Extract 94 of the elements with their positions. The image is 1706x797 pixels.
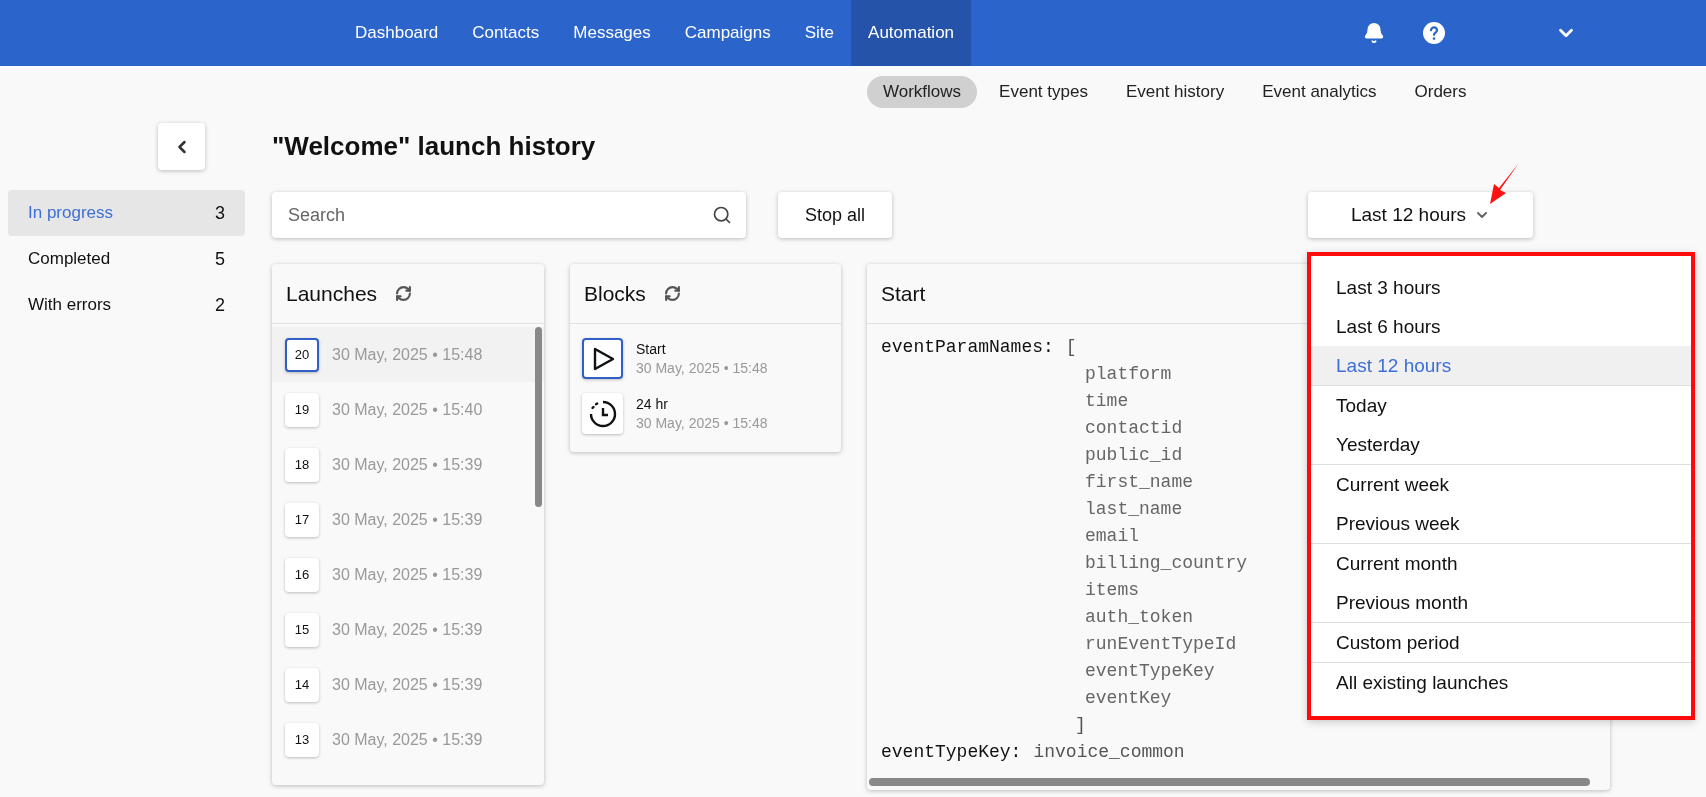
launch-row[interactable]: 14 30 May, 2025 • 15:39 — [272, 657, 544, 712]
code-key: eventParamNames: — [881, 334, 1054, 361]
menu-item[interactable]: Current week — [1311, 465, 1692, 504]
sub-tab[interactable]: Workflows — [867, 76, 978, 108]
nav-item[interactable]: Automation — [851, 0, 972, 66]
code-value: time — [1085, 391, 1129, 411]
nav-item[interactable]: Messages — [556, 0, 668, 66]
menu-item[interactable]: Today — [1311, 386, 1692, 425]
launch-time: 30 May, 2025 • 15:40 — [332, 400, 483, 419]
block-row[interactable]: 24 hr 30 May, 2025 • 15:48 — [570, 383, 841, 438]
search-field[interactable]: Search — [272, 192, 746, 238]
sidebar-item[interactable]: Completed 5 — [8, 236, 245, 282]
launch-number: 15 — [285, 612, 319, 647]
code-value: eventTypeKey — [1085, 661, 1215, 681]
block-time: 30 May, 2025 • 15:48 — [636, 415, 768, 431]
launch-number: 19 — [285, 392, 319, 427]
launch-row[interactable]: 18 30 May, 2025 • 15:39 — [272, 437, 544, 492]
sidebar-count: 3 — [215, 202, 225, 224]
menu-item[interactable]: Previous month — [1311, 583, 1692, 622]
refresh-icon[interactable] — [663, 285, 681, 302]
sub-tab[interactable]: Orders — [1398, 76, 1483, 108]
code-value: auth_token — [1085, 607, 1194, 627]
block-name: Start — [636, 341, 667, 357]
page-title: "Welcome" launch history — [272, 130, 597, 163]
menu-item[interactable]: Current month — [1311, 544, 1692, 583]
code-value: last_name — [1085, 499, 1183, 519]
code-value: platform — [1085, 364, 1172, 384]
nav-item[interactable]: Campaigns — [667, 0, 788, 66]
panel-title: Start — [881, 281, 926, 306]
launch-time: 30 May, 2025 • 15:39 — [332, 675, 483, 694]
menu-item[interactable]: Previous week — [1311, 504, 1692, 543]
code-value: public_id — [1085, 445, 1183, 465]
search-icon[interactable] — [712, 205, 732, 225]
code-bracket: ] — [1075, 715, 1086, 735]
code-value: contactid — [1085, 418, 1183, 438]
code-value: first_name — [1085, 472, 1194, 492]
menu-item[interactable]: Last 6 hours — [1311, 307, 1692, 346]
period-dropdown[interactable]: Last 12 hours — [1308, 192, 1534, 238]
sidebar-item[interactable]: In progress 3 — [8, 190, 245, 236]
refresh-icon[interactable] — [395, 285, 413, 302]
launch-row[interactable]: 17 30 May, 2025 • 15:39 — [272, 492, 544, 547]
collapse-button[interactable] — [158, 123, 205, 170]
launch-time: 30 May, 2025 • 15:39 — [332, 620, 483, 639]
code-value: invoice_common — [1033, 741, 1185, 764]
launch-time: 30 May, 2025 • 15:39 — [332, 565, 483, 584]
launch-number: 16 — [285, 557, 319, 592]
block-row[interactable]: Start 30 May, 2025 • 15:48 — [570, 328, 841, 383]
launch-number: 13 — [285, 722, 319, 757]
sidebar-count: 5 — [215, 248, 225, 270]
code-value: items — [1085, 580, 1139, 600]
menu-item[interactable]: Last 12 hours — [1311, 346, 1692, 385]
nav-item[interactable]: Contacts — [455, 0, 557, 66]
sub-tab[interactable]: Event analytics — [1246, 76, 1393, 108]
launch-row[interactable]: 20 30 May, 2025 • 15:48 — [272, 327, 544, 382]
launch-row[interactable]: 19 30 May, 2025 • 15:40 — [272, 382, 544, 437]
launch-number: 17 — [285, 502, 319, 537]
launch-time: 30 May, 2025 • 15:39 — [332, 510, 483, 529]
code-key: eventTypeKey: — [881, 739, 1022, 766]
code-value: email — [1085, 526, 1139, 546]
sidebar-item[interactable]: With errors 2 — [8, 282, 245, 328]
launch-number: 18 — [285, 447, 319, 482]
scrollbar[interactable] — [535, 327, 542, 507]
menu-item[interactable]: All existing launches — [1311, 663, 1692, 702]
launch-number: 14 — [285, 667, 319, 702]
launch-time: 30 May, 2025 • 15:48 — [332, 345, 483, 364]
sub-tab[interactable]: Event history — [1109, 76, 1241, 108]
menu-item[interactable]: Yesterday — [1311, 425, 1692, 464]
menu-item[interactable]: Custom period — [1311, 623, 1692, 662]
sidebar-count: 2 — [215, 294, 225, 316]
stop-all-button[interactable]: Stop all — [778, 192, 893, 238]
code-value: billing_country — [1085, 553, 1248, 573]
block-time: 30 May, 2025 • 15:48 — [636, 360, 768, 376]
sidebar-label: Completed — [28, 249, 111, 269]
help-icon[interactable] — [1422, 21, 1446, 45]
launch-time: 30 May, 2025 • 15:39 — [332, 730, 483, 749]
launch-time: 30 May, 2025 • 15:39 — [332, 455, 483, 474]
bell-icon[interactable] — [1362, 21, 1386, 45]
menu-item[interactable]: Last 3 hours — [1311, 268, 1692, 307]
launch-row[interactable]: 16 30 May, 2025 • 15:39 — [272, 547, 544, 602]
panel-title: Blocks — [584, 281, 646, 306]
panel-title: Launches — [286, 281, 378, 306]
code-value: runEventTypeId — [1085, 634, 1237, 654]
code-bracket: [ — [1065, 336, 1077, 359]
scrollbar[interactable] — [869, 778, 1590, 786]
nav-item[interactable]: Site — [787, 0, 852, 66]
launch-number: 20 — [285, 337, 319, 372]
launch-row[interactable]: 13 30 May, 2025 • 15:39 — [272, 712, 544, 767]
code-value: eventKey — [1085, 688, 1172, 708]
nav-item[interactable]: Dashboard — [338, 0, 456, 66]
sub-tab[interactable]: Event types — [983, 76, 1104, 108]
sidebar-label: In progress — [28, 203, 114, 223]
launch-row[interactable]: 15 30 May, 2025 • 15:39 — [272, 602, 544, 657]
sidebar-label: With errors — [28, 295, 112, 315]
block-name: 24 hr — [636, 396, 669, 412]
